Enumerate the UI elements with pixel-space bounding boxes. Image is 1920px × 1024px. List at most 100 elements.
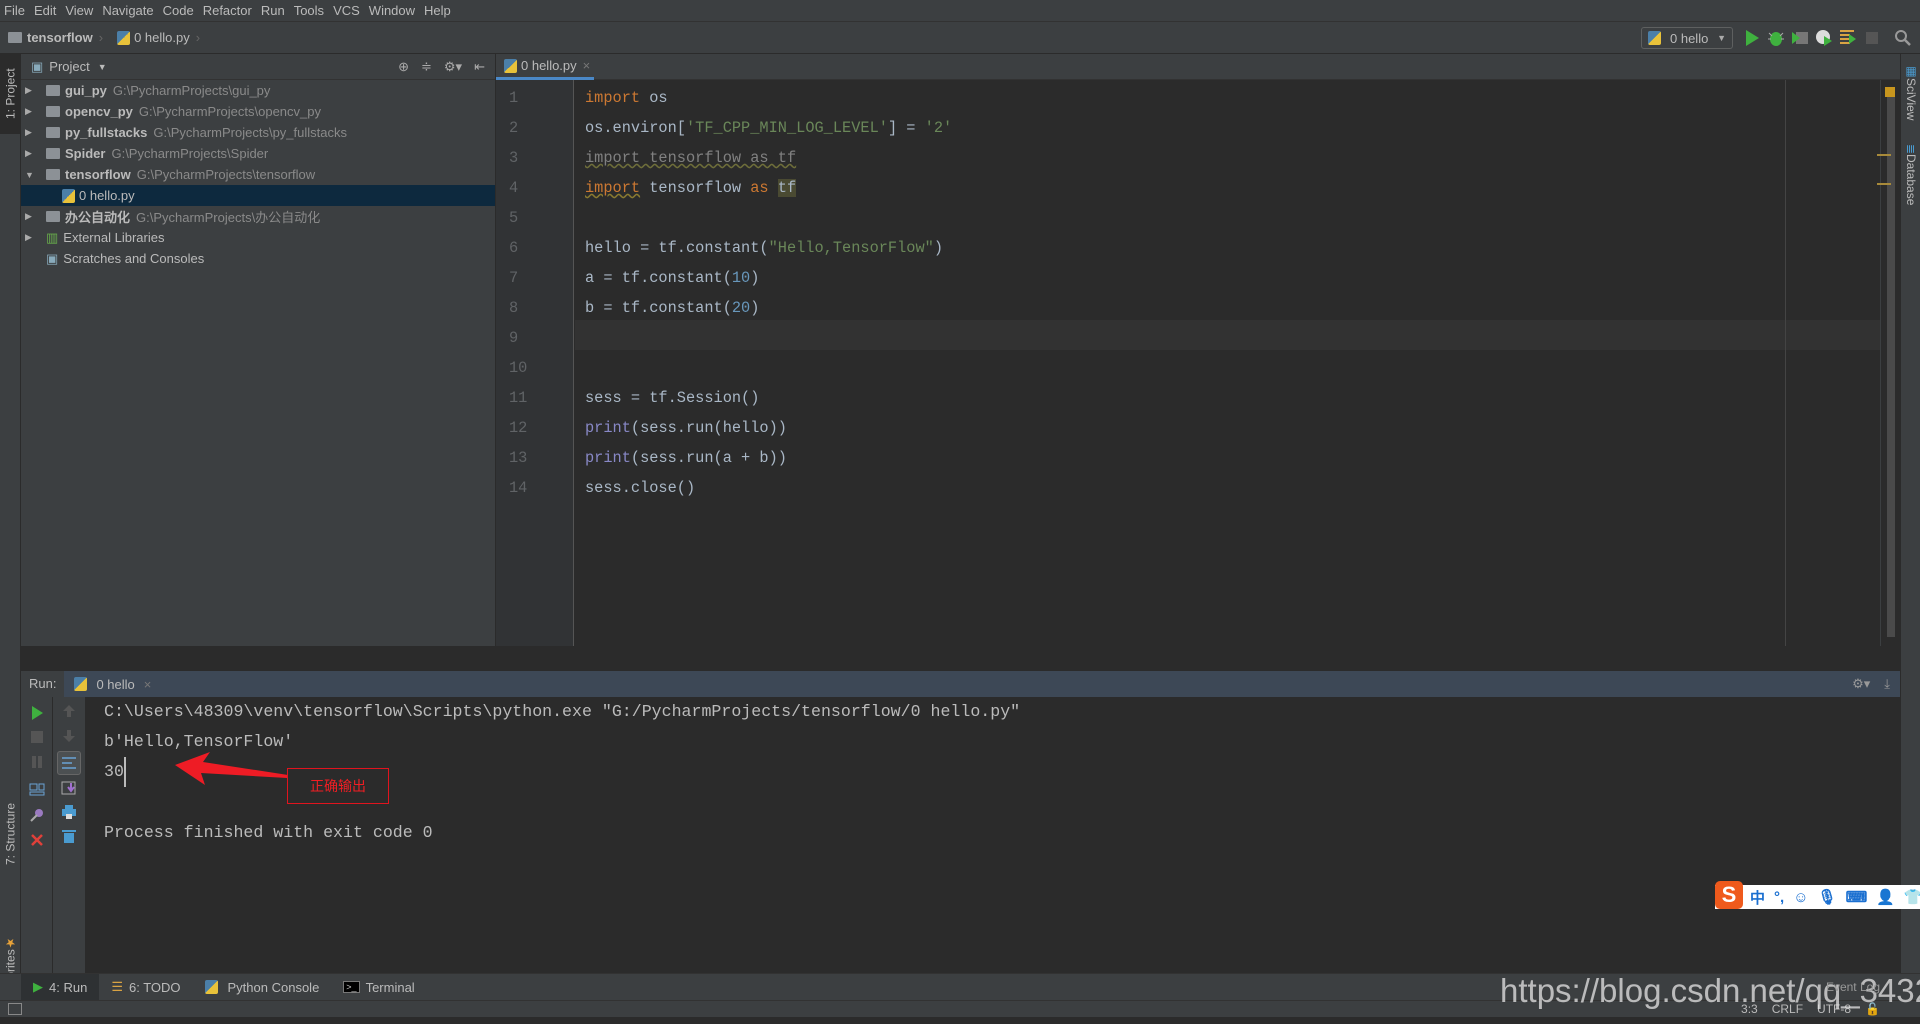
menu-file[interactable]: File: [4, 3, 25, 18]
skin-shirt-icon[interactable]: 👕: [1904, 888, 1920, 906]
clear-all-icon[interactable]: [60, 828, 78, 844]
concurrency-icon[interactable]: [1838, 28, 1858, 48]
run-icon: ▶: [33, 979, 43, 994]
error-stripe-mark[interactable]: [1877, 183, 1891, 185]
stop-icon[interactable]: [28, 729, 46, 745]
warning-marker-icon[interactable]: [1885, 87, 1895, 97]
close-run-icon[interactable]: [28, 832, 46, 848]
tree-item-office-automation[interactable]: ▶ 办公自动化 G:\PycharmProjects\办公自动化: [21, 206, 495, 227]
hide-icon[interactable]: ⤓: [1884, 676, 1890, 692]
menu-tools[interactable]: Tools: [294, 3, 324, 18]
run-icon[interactable]: [1742, 28, 1762, 48]
tree-item-external-libraries[interactable]: ▶ ▥ External Libraries: [21, 227, 495, 248]
collapse-arrow-icon[interactable]: ▼: [25, 170, 35, 180]
tree-item-py-fullstacks[interactable]: ▶ py_fullstacks G:\PycharmProjects\py_full…: [21, 122, 495, 143]
project-panel-header: ▣ Project ▼ ⊕ ≑ ⚙▾ ⇤: [21, 54, 495, 80]
pause-icon[interactable]: [28, 754, 46, 770]
sogou-logo-icon[interactable]: S: [1715, 881, 1743, 909]
scroll-to-end-icon[interactable]: [60, 780, 78, 796]
star-icon: ★: [3, 935, 18, 950]
error-stripe-mark[interactable]: [1877, 154, 1891, 156]
python-console-icon: [204, 980, 218, 994]
folder-icon: [46, 211, 60, 222]
tool-tab-terminal[interactable]: >_ Terminal: [331, 974, 426, 1001]
microphone-icon[interactable]: 🎙: [1818, 888, 1837, 906]
ime-mode[interactable]: 中: [1750, 887, 1765, 908]
expand-arrow-icon[interactable]: ▶: [25, 85, 35, 96]
menu-view[interactable]: View: [65, 3, 93, 18]
menu-code[interactable]: Code: [163, 3, 194, 18]
gear-icon[interactable]: ⚙▾: [1852, 676, 1870, 692]
menu-edit[interactable]: Edit: [34, 3, 56, 18]
collapse-all-icon[interactable]: ≑: [421, 59, 432, 75]
down-arrow-icon[interactable]: [60, 728, 78, 744]
user-lock-icon[interactable]: 👤: [1876, 888, 1895, 906]
current-line-highlight: [575, 320, 1880, 350]
pin-icon[interactable]: [28, 807, 46, 823]
stop-icon[interactable]: [1862, 28, 1882, 48]
hide-panel-icon[interactable]: ⇤: [474, 59, 485, 75]
code-line-3: import tensorflow as tf: [585, 149, 797, 167]
expand-arrow-icon[interactable]: ▶: [25, 148, 35, 159]
left-tool-strip: 1: Project 7: Structure 2: Favorites★: [0, 54, 21, 1012]
expand-arrow-icon[interactable]: ▶: [25, 106, 35, 117]
run-tab-hello[interactable]: 0 hello ×: [64, 671, 162, 697]
print-icon[interactable]: [60, 804, 78, 820]
editor-tab-bar: 0 hello.py ×: [496, 54, 1900, 80]
menu-navigate[interactable]: Navigate: [102, 3, 153, 18]
debug-icon[interactable]: [1766, 28, 1786, 48]
menu-window[interactable]: Window: [369, 3, 415, 18]
layout-icon[interactable]: [28, 782, 46, 798]
close-icon[interactable]: ×: [144, 677, 152, 692]
expand-arrow-icon[interactable]: ▶: [25, 211, 35, 222]
tree-item-opencv-py[interactable]: ▶ opencv_py G:\PycharmProjects\opencv_py: [21, 101, 495, 122]
toggle-tool-windows-icon[interactable]: [8, 1003, 22, 1015]
code-editor[interactable]: 1 2 3 4 5 6 7 8 9 10 11 12 13 14 import os os.environ…: [496, 80, 1880, 646]
navigation-bar: tensorflow › 0 hello.py ›: [0, 22, 1920, 54]
code-line-4: import tensorflow as tf: [585, 179, 797, 197]
close-icon[interactable]: ×: [583, 58, 591, 73]
search-icon[interactable]: [1893, 28, 1913, 48]
tree-item-hello-py[interactable]: 0 hello.py: [21, 185, 495, 206]
rerun-icon[interactable]: [28, 705, 46, 721]
tool-tab-todo[interactable]: ☰ 6: TODO: [99, 974, 192, 1001]
project-view-selector[interactable]: Project: [49, 59, 89, 74]
tree-item-scratches[interactable]: ▣ Scratches and Consoles: [21, 248, 495, 269]
tree-item-tensorflow[interactable]: ▼ tensorflow G:\PycharmProjects\tensorflow: [21, 164, 495, 185]
tab-sciview[interactable]: ▦ SciView: [1901, 64, 1920, 134]
locate-icon[interactable]: ⊕: [398, 59, 409, 75]
profile-icon[interactable]: [1814, 28, 1834, 48]
tab-hello-py[interactable]: 0 hello.py ×: [496, 54, 594, 80]
tool-tab-run[interactable]: ▶ 4: Run: [21, 973, 100, 1001]
folder-icon: [46, 169, 60, 180]
run-with-coverage-icon[interactable]: [1790, 28, 1810, 48]
menu-refactor[interactable]: Refactor: [203, 3, 252, 18]
tree-item-spider[interactable]: ▶ Spider G:\PycharmProjects\Spider: [21, 143, 495, 164]
database-icon: ≣: [1904, 144, 1918, 155]
run-console[interactable]: C:\Users\48309\venv\tensorflow\Scripts\p…: [21, 697, 1900, 973]
tab-database[interactable]: ≣ Database: [1901, 144, 1920, 224]
chevron-down-icon[interactable]: ▼: [98, 62, 107, 72]
tab-project[interactable]: 1: Project: [0, 54, 21, 134]
tree-item-gui-py[interactable]: ▶ gui_py G:\PycharmProjects\gui_py: [21, 80, 495, 101]
editor-scrollbar[interactable]: [1877, 80, 1900, 646]
expand-arrow-icon[interactable]: ▶: [25, 232, 35, 243]
expand-arrow-icon[interactable]: ▶: [25, 127, 35, 138]
ime-punctuation[interactable]: °,: [1774, 889, 1784, 906]
breadcrumb-file[interactable]: 0 hello.py ›: [117, 30, 206, 45]
gear-icon[interactable]: ⚙▾: [444, 59, 462, 75]
tool-tab-python-console[interactable]: Python Console: [193, 974, 332, 1001]
run-config-dropdown[interactable]: 0 hello ▼: [1641, 27, 1733, 49]
tab-structure[interactable]: 7: Structure: [0, 774, 21, 894]
menu-help[interactable]: Help: [424, 3, 451, 18]
emoji-icon[interactable]: ☺: [1793, 889, 1808, 906]
menu-vcs[interactable]: VCS: [333, 3, 360, 18]
menu-run[interactable]: Run: [261, 3, 285, 18]
breadcrumb-project[interactable]: tensorflow ›: [8, 30, 109, 45]
event-log-button[interactable]: Event Log: [1826, 980, 1880, 994]
keyboard-icon[interactable]: ⌨: [1846, 888, 1868, 906]
python-file-icon: [117, 30, 131, 45]
up-arrow-icon[interactable]: [60, 703, 78, 719]
soft-wrap-toggle[interactable]: [57, 751, 81, 775]
scrollbar-thumb[interactable]: [1887, 97, 1895, 637]
